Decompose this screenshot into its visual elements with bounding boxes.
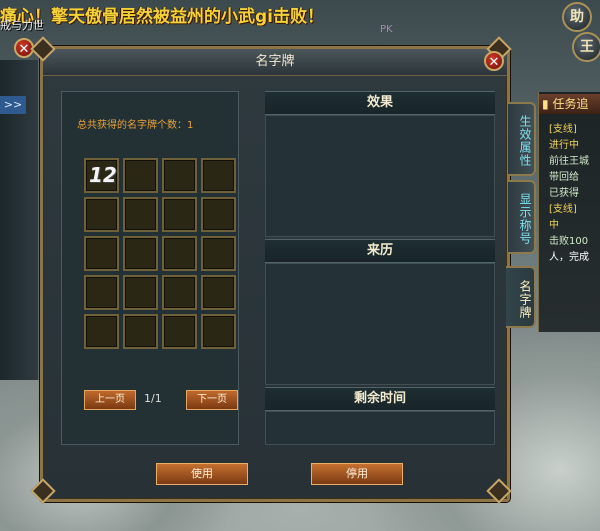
quest-line[interactable]: 击败100 xyxy=(549,232,588,247)
nameplate-slot[interactable]: 12 xyxy=(84,158,119,193)
nameplate-window: 名字牌 ✕ 总共获得的名字牌个数：1 12 上一页 1/1 下一页 效果 来历 … xyxy=(30,36,512,504)
nameplate-slot[interactable] xyxy=(84,275,119,310)
nameplate-slot[interactable] xyxy=(84,236,119,271)
next-page-button[interactable]: 下一页 xyxy=(186,390,238,410)
nameplate-slot[interactable] xyxy=(162,314,197,349)
nameplate-slot[interactable] xyxy=(162,197,197,232)
quest-line[interactable]: 带回给 xyxy=(549,168,579,183)
window-close-button[interactable]: ✕ xyxy=(484,51,504,71)
quest-tracker: ▮ 任务追 [支线] 进行中 前往王城 带回给 已获得 [支线] 中击败100 人，完成 xyxy=(538,92,600,332)
nameplate-slot[interactable] xyxy=(201,158,236,193)
background-text: PK xyxy=(380,24,393,35)
nameplate-slot[interactable] xyxy=(123,236,158,271)
nameplate-list-pane: 总共获得的名字牌个数：1 12 上一页 1/1 下一页 xyxy=(61,91,239,445)
page-indicator: 1/1 xyxy=(144,392,162,405)
nameplate-slot[interactable] xyxy=(201,314,236,349)
quest-line[interactable]: 人，完成 xyxy=(549,248,589,263)
remaining-time-content xyxy=(265,411,495,445)
effect-header: 效果 xyxy=(265,91,495,115)
quest-line[interactable]: 前往王城 xyxy=(549,152,589,167)
nameplate-slot[interactable] xyxy=(123,197,158,232)
nameplate-slot[interactable] xyxy=(162,236,197,271)
window-title: 名字牌 xyxy=(43,49,507,76)
nameplate-count: 总共获得的名字牌个数：1 xyxy=(77,120,194,131)
nameplate-slot[interactable] xyxy=(84,314,119,349)
king-button[interactable]: 王 xyxy=(572,32,600,62)
nameplate-item-icon: 12 xyxy=(89,163,117,187)
tab-nameplate[interactable]: 名字牌 xyxy=(506,266,536,328)
frame-corner-ornament xyxy=(486,478,512,504)
nameplate-slot[interactable] xyxy=(123,158,158,193)
nameplate-slot[interactable] xyxy=(162,158,197,193)
quest-line[interactable]: 已获得 xyxy=(549,184,579,199)
quest-line[interactable]: [支线] xyxy=(549,200,577,215)
quest-line[interactable]: 中 xyxy=(549,216,559,231)
quest-line[interactable]: [支线] xyxy=(549,120,577,135)
origin-content xyxy=(265,263,495,385)
remaining-time-header: 剩余时间 xyxy=(265,387,495,411)
expand-chevron-icon[interactable]: >> xyxy=(0,96,26,114)
nameplate-slot[interactable] xyxy=(201,275,236,310)
system-announcement: 痛心！擎天傲骨居然被益州的小武gi击败！ xyxy=(0,7,324,26)
origin-header: 来历 xyxy=(265,239,495,263)
prev-page-button[interactable]: 上一页 xyxy=(84,390,136,410)
nameplate-slot[interactable] xyxy=(162,275,197,310)
nameplate-slot[interactable] xyxy=(123,275,158,310)
tab-effective-attributes[interactable]: 生效属性 xyxy=(508,102,536,176)
nameplate-grid: 12 xyxy=(84,158,240,354)
help-button[interactable]: 助 xyxy=(562,2,592,32)
nameplate-detail-pane: 效果 来历 剩余时间 xyxy=(265,91,495,445)
tab-display-title[interactable]: 显示称号 xyxy=(508,180,536,254)
nameplate-slot[interactable] xyxy=(201,236,236,271)
disable-button[interactable]: 停用 xyxy=(311,463,403,485)
player-tag: 戒与力世 xyxy=(0,19,44,32)
use-button[interactable]: 使用 xyxy=(156,463,248,485)
nameplate-slot[interactable] xyxy=(201,197,236,232)
nameplate-slot[interactable] xyxy=(84,197,119,232)
left-side-panel: >> xyxy=(0,60,39,380)
effect-content xyxy=(265,115,495,237)
quest-line[interactable]: 进行中 xyxy=(549,136,579,151)
quest-icon: ▮ xyxy=(542,97,549,111)
quest-tracker-title[interactable]: ▮ 任务追 xyxy=(539,94,600,114)
nameplate-slot[interactable] xyxy=(123,314,158,349)
